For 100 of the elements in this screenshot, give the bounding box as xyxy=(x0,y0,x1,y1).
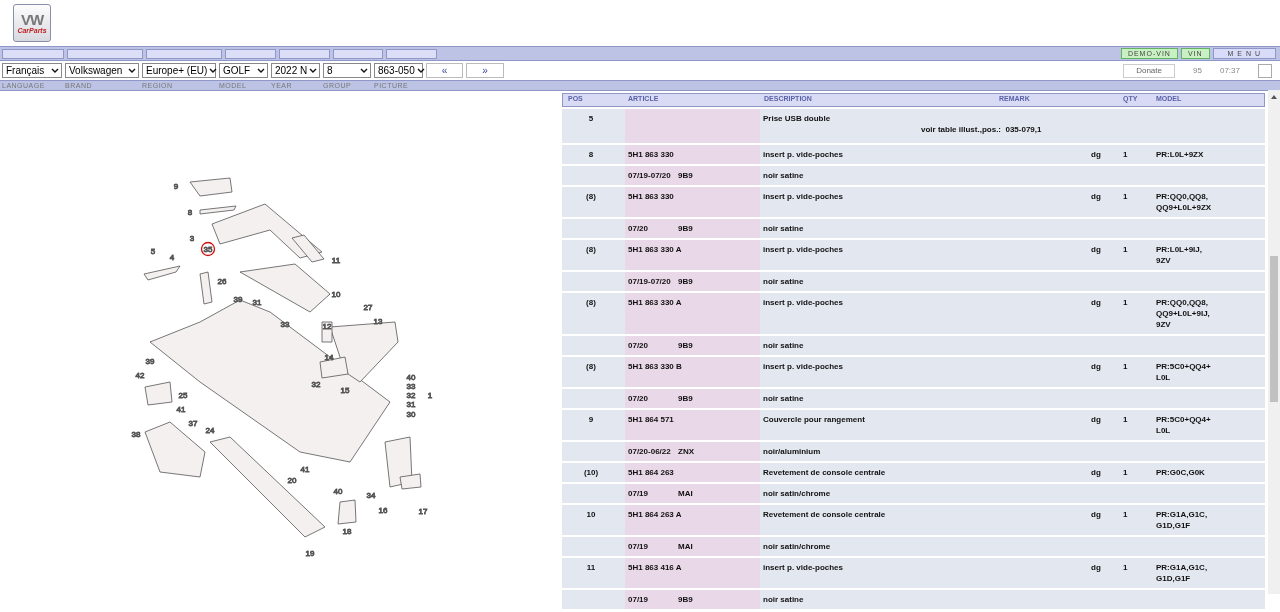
callout-number[interactable]: 26 xyxy=(217,277,227,286)
callout-number[interactable]: 40 xyxy=(406,373,416,382)
code-text: ZNX xyxy=(678,446,694,457)
article-cell: 5H1 863 416 A xyxy=(625,558,760,588)
callout-number[interactable]: 9 xyxy=(173,182,179,191)
table-cell-text: insert p. vide-poches xyxy=(762,191,845,203)
callout-number[interactable]: 4 xyxy=(169,253,175,262)
callout-number[interactable]: 33 xyxy=(406,382,416,391)
tab-slot[interactable] xyxy=(146,48,222,59)
table-cell-text: insert p. vide-poches xyxy=(762,361,845,373)
callout-number[interactable]: 10 xyxy=(331,290,341,299)
date-text: 07/19-07/20 xyxy=(628,170,672,181)
caret-icon xyxy=(209,68,218,73)
description-text: Prise USB double xyxy=(763,113,832,124)
table-cell-text: (8) xyxy=(585,191,597,203)
callout-number[interactable]: 5 xyxy=(150,247,156,256)
article-cell: 5H1 864 263 A xyxy=(625,505,760,535)
tab-slot[interactable] xyxy=(67,48,143,59)
table-cell-text: PR:L0L+9ZX xyxy=(1155,149,1205,161)
callout-number[interactable]: 41 xyxy=(176,405,186,414)
donate-button[interactable]: Donate xyxy=(1123,63,1176,78)
dropdown[interactable]: Français xyxy=(2,63,62,78)
callout-number[interactable]: 18 xyxy=(342,527,352,536)
callout-number[interactable]: 25 xyxy=(178,391,188,400)
table-cell-text: noir satine xyxy=(762,340,805,352)
code-text: 9B9 xyxy=(678,223,693,234)
table-cell-text: 10 xyxy=(585,509,597,521)
callout-number[interactable]: 30 xyxy=(406,410,416,419)
callout-number[interactable]: 37 xyxy=(188,419,198,428)
callout-number[interactable]: 39 xyxy=(145,357,155,366)
article-cell: 5H1 864 263 xyxy=(625,463,760,482)
callout-number[interactable]: 13 xyxy=(373,317,383,326)
date-text: 07/20 xyxy=(628,340,650,351)
callout-number[interactable]: 42 xyxy=(135,371,145,380)
callout-number[interactable]: 32 xyxy=(406,391,416,400)
nav-button[interactable]: « xyxy=(426,63,463,78)
dropdown[interactable]: Volkswagen xyxy=(65,63,139,78)
table-cell-text: Revetement de console centrale xyxy=(762,467,887,479)
scrollbar-thumb[interactable] xyxy=(1270,256,1278,402)
date-text: 07/20 xyxy=(628,223,650,234)
callout-number[interactable]: 16 xyxy=(378,506,388,515)
highlighted-callout[interactable]: 35 xyxy=(200,241,216,257)
callout-number[interactable]: 15 xyxy=(340,386,350,395)
callout-number[interactable]: 3 xyxy=(189,234,195,243)
callout-number[interactable]: 33 xyxy=(280,320,290,329)
code-text: 9B9 xyxy=(678,340,693,351)
callout-number[interactable]: 31 xyxy=(406,400,416,409)
tab-slot[interactable] xyxy=(225,48,276,59)
table-cell-text: noir satine xyxy=(762,170,805,182)
tab-slot[interactable] xyxy=(386,48,437,59)
dropdown[interactable]: 8 xyxy=(323,63,371,78)
table-cell-text: dg xyxy=(1091,509,1102,521)
callout-number[interactable]: 40 xyxy=(333,487,343,496)
callout-number[interactable]: 11 xyxy=(331,256,341,265)
callout-number[interactable]: 14 xyxy=(324,353,334,362)
table-cell-text: noir satine xyxy=(762,393,805,405)
table-cell-text: insert p. vide-poches xyxy=(762,244,845,256)
table-cell-text: (8) xyxy=(585,361,597,373)
callout-number[interactable]: 39 xyxy=(233,295,243,304)
caret-icon xyxy=(257,68,265,73)
dropdown[interactable]: 2022 N xyxy=(271,63,320,78)
dropdown[interactable]: Europe+ (EU) xyxy=(142,63,216,78)
table-cell-text: PR:G0C,G0K xyxy=(1155,467,1206,479)
tab-slot[interactable] xyxy=(333,48,383,59)
empty-box[interactable] xyxy=(1258,63,1272,78)
nav-button[interactable]: » xyxy=(466,63,504,78)
callout-number[interactable]: 34 xyxy=(366,491,376,500)
callout-number[interactable]: 38 xyxy=(131,430,141,439)
scrollbar[interactable] xyxy=(1268,90,1280,594)
caret-icon xyxy=(416,68,425,73)
table-cell-text: (8) xyxy=(585,244,597,256)
date-text: 07/20 xyxy=(628,393,650,404)
tab-slot[interactable] xyxy=(279,48,330,59)
dropdown[interactable]: GOLF xyxy=(219,63,268,78)
tab-slot[interactable] xyxy=(2,48,64,59)
table-cell-text: dg xyxy=(1091,414,1102,426)
time-text: 07:37 xyxy=(1219,66,1240,75)
caret-icon xyxy=(128,68,136,73)
table-cell-text: dg xyxy=(1091,361,1102,373)
dropdown[interactable]: 863-050 xyxy=(374,63,423,78)
callout-number[interactable]: 19 xyxy=(305,549,315,558)
callout-number[interactable]: 24 xyxy=(205,426,215,435)
table-cell-text: 1 xyxy=(1123,509,1129,521)
callout-number[interactable]: 27 xyxy=(363,303,373,312)
table-cell-text: 1 xyxy=(1123,149,1129,161)
callout-number[interactable]: 17 xyxy=(418,507,428,516)
callout-number[interactable]: 20 xyxy=(287,476,297,485)
table-cell-text: noir satin/chrome xyxy=(762,488,832,500)
callout-number[interactable]: 8 xyxy=(187,208,193,217)
code-text: 9B9 xyxy=(678,393,693,404)
table-cell-text: 1 xyxy=(1123,191,1129,203)
callout-number[interactable]: 41 xyxy=(300,465,310,474)
callout-number[interactable]: 32 xyxy=(311,380,321,389)
logo-text: VW xyxy=(20,12,44,27)
scroll-up-arrow-icon[interactable] xyxy=(1271,95,1277,99)
table-cell-text: Revetement de console centrale xyxy=(762,509,887,521)
table-cell-text: dg xyxy=(1091,562,1102,574)
callout-number[interactable]: 31 xyxy=(252,298,262,307)
date-text: 07/19-07/20 xyxy=(628,276,672,287)
callout-number[interactable]: 1 xyxy=(427,391,433,400)
